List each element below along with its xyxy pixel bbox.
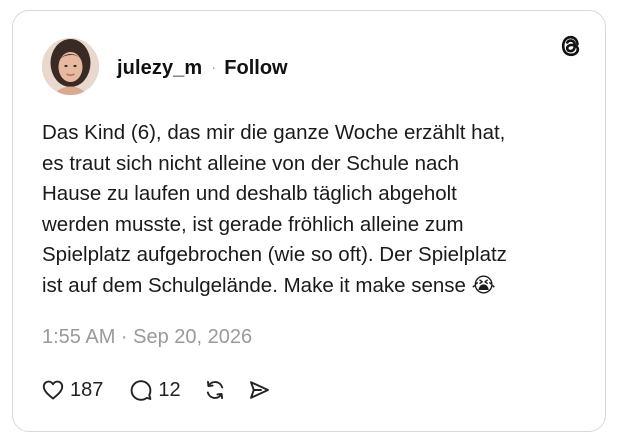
username-link[interactable]: julezy_m	[117, 57, 202, 80]
speech-bubble-icon	[131, 380, 152, 401]
repost-icon	[206, 380, 223, 400]
reply-count: 12	[158, 378, 181, 401]
reply-button[interactable]: 12	[129, 378, 181, 402]
action-bar: 187 12	[41, 375, 271, 405]
like-button[interactable]: 187	[41, 378, 103, 402]
share-button[interactable]	[247, 378, 271, 402]
avatar[interactable]	[42, 38, 99, 95]
post-header: julezy_m · Follow	[117, 54, 288, 82]
like-count: 187	[70, 378, 104, 401]
post-timestamp[interactable]: 1:55 AM · Sep 20, 2026	[42, 326, 252, 349]
post-text: Das Kind (6), das mir die ganze Woche er…	[42, 121, 507, 297]
send-icon	[249, 381, 269, 399]
avatar-image	[42, 38, 99, 95]
separator-dot: ·	[211, 58, 217, 76]
threads-logo-icon[interactable]	[556, 31, 586, 61]
follow-button[interactable]: Follow	[224, 57, 287, 80]
heart-icon	[42, 380, 64, 400]
repost-button[interactable]	[203, 378, 227, 402]
post-card: julezy_m · Follow Das Kind (6), das mir …	[12, 10, 606, 432]
